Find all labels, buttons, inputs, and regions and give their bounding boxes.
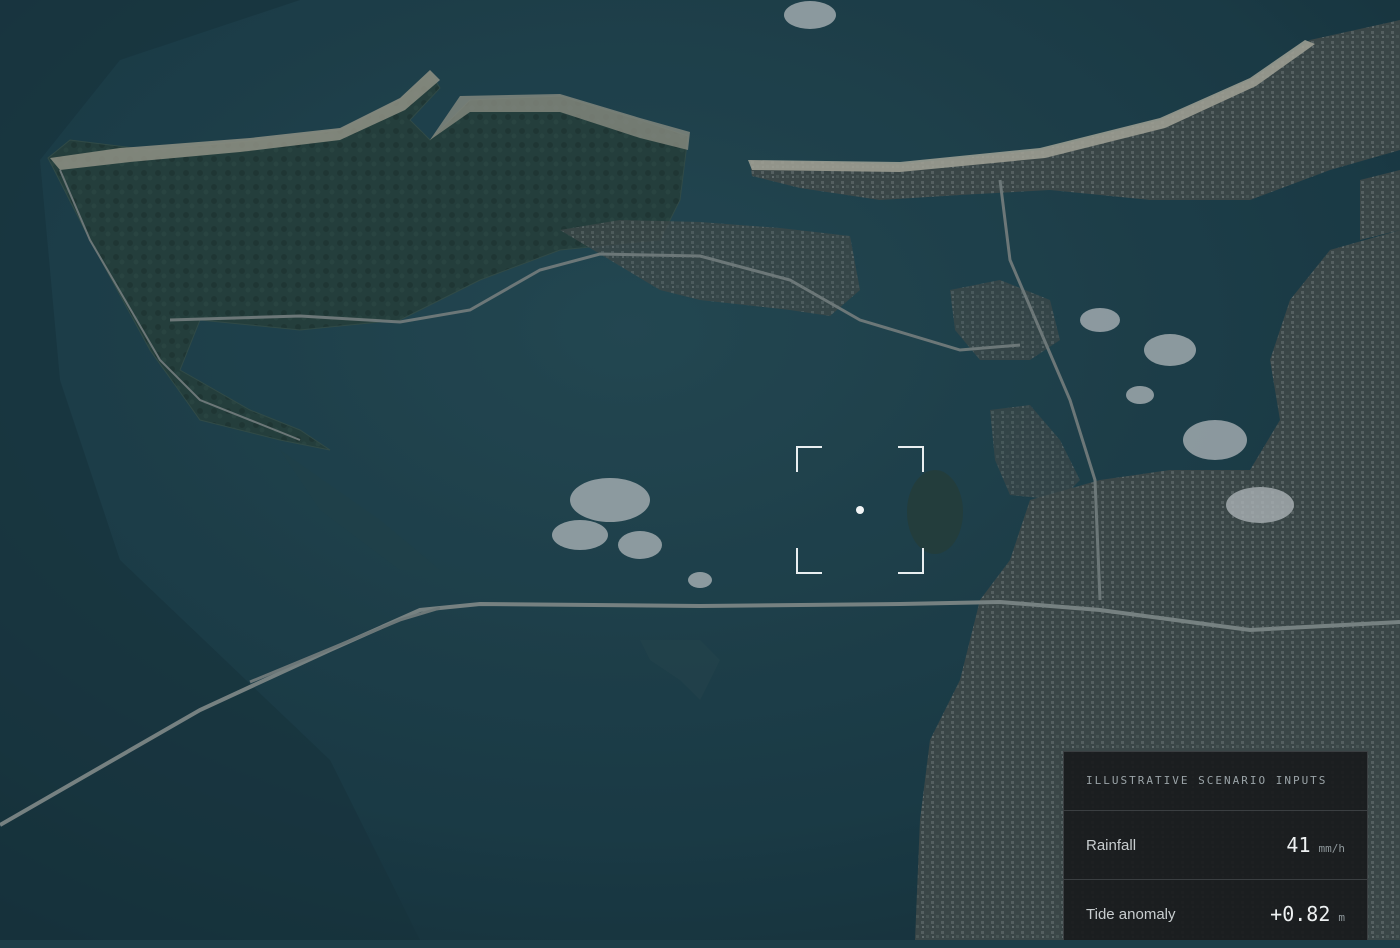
reticle-corner-top-right (898, 446, 924, 472)
rainfall-label: Rainfall (1086, 836, 1137, 854)
rainfall-value-group: 41 mm/h (1286, 833, 1345, 857)
reticle-corner-top-left (796, 446, 822, 472)
tide-anomaly-value: +0.82 (1270, 902, 1331, 926)
location-dot-icon (856, 506, 864, 514)
rainfall-row[interactable]: Rainfall 41 mm/h (1064, 811, 1367, 880)
tide-anomaly-row[interactable]: Tide anomaly +0.82 m (1064, 880, 1367, 948)
rainfall-unit: mm/h (1318, 842, 1346, 855)
target-reticle-icon (796, 446, 924, 574)
scenario-inputs-panel: ILLUSTRATIVE SCENARIO INPUTS Rainfall 41… (1063, 751, 1368, 940)
tide-anomaly-label: Tide anomaly (1086, 905, 1176, 923)
tide-anomaly-unit: m (1338, 911, 1345, 924)
rainfall-value: 41 (1286, 833, 1311, 857)
panel-title: ILLUSTRATIVE SCENARIO INPUTS (1064, 752, 1367, 811)
reticle-corner-bottom-right (898, 548, 924, 574)
reticle-corner-bottom-left (796, 548, 822, 574)
tide-anomaly-value-group: +0.82 m (1270, 902, 1345, 926)
